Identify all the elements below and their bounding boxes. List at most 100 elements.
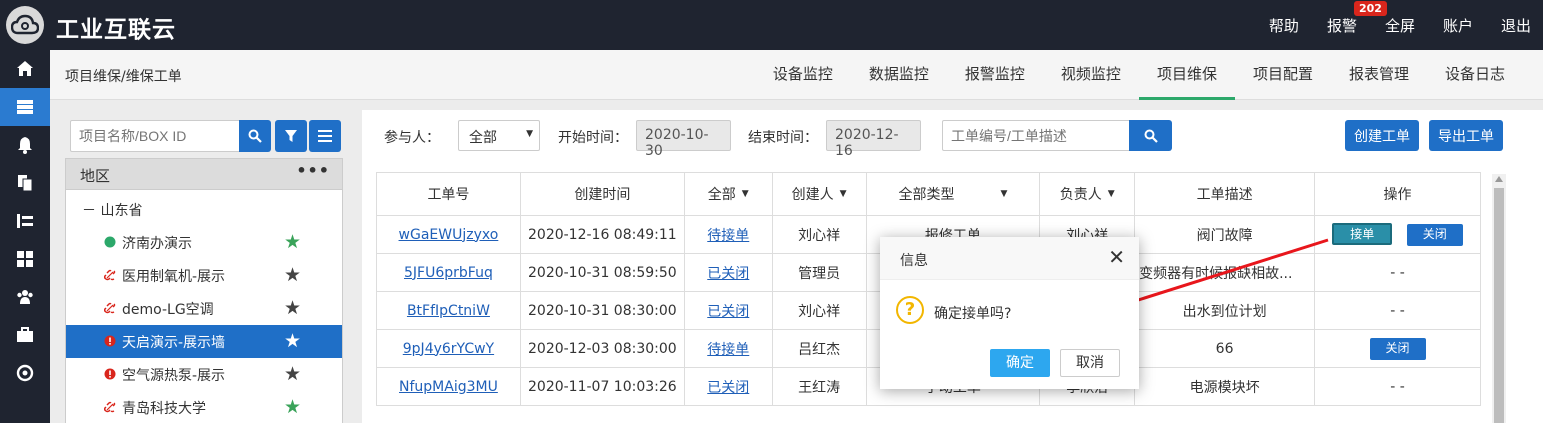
alarm-status-icon: [104, 368, 116, 380]
scrollbar-thumb[interactable]: [1494, 188, 1504, 423]
tab-project-maintenance[interactable]: 项目维保: [1138, 50, 1235, 100]
accept-order-button[interactable]: 接单: [1332, 223, 1393, 245]
fullscreen-link[interactable]: 全屏: [1385, 15, 1415, 36]
top-bar: 工业互联云 帮助 报警 202 全屏 账户 退出: [0, 0, 1543, 50]
end-time-label: 结束时间：: [748, 130, 818, 146]
description-cell: 66: [1134, 329, 1316, 368]
creator-cell: 刘心祥: [771, 291, 867, 330]
close-order-button[interactable]: 关闭: [1406, 224, 1463, 246]
caret-down-icon: ▼: [839, 189, 847, 199]
disconnected-link-icon: [104, 401, 116, 413]
collapse-icon[interactable]: －: [82, 203, 96, 219]
favorite-star-icon[interactable]: ★: [284, 298, 301, 318]
tree-item-label: 空气源热泵-展示: [122, 368, 226, 384]
description-cell: 变频器有时候报缺相故...: [1134, 253, 1316, 292]
list-menu-button[interactable]: [309, 120, 341, 152]
actions-cell: - -: [1314, 291, 1481, 330]
favorite-star-icon[interactable]: ★: [284, 397, 301, 417]
left-icon-rail: [0, 50, 50, 423]
home-icon[interactable]: [0, 50, 50, 88]
tree-item-label: 天启演示-展示墙: [122, 335, 226, 351]
tree-node-province[interactable]: － 山东省: [82, 200, 142, 220]
col-header-creator-filter[interactable]: 创建人 ▼: [771, 172, 867, 216]
col-header-type-filter[interactable]: 全部类型 ▼: [865, 172, 1041, 216]
tab-device-log[interactable]: 设备日志: [1427, 50, 1523, 100]
more-icon[interactable]: •••: [296, 161, 330, 180]
close-order-button[interactable]: 关闭: [1369, 337, 1426, 360]
start-date-input[interactable]: 2020-10-30: [636, 120, 731, 159]
table-scrollbar[interactable]: [1492, 174, 1506, 423]
status-link[interactable]: 已关闭: [707, 304, 749, 320]
tab-project-config[interactable]: 项目配置: [1235, 50, 1331, 100]
col-header-description: 工单描述: [1134, 172, 1316, 216]
tab-device-monitor[interactable]: 设备监控: [755, 50, 851, 100]
actions-cell: 关闭: [1314, 329, 1481, 368]
dialog-title: 信息: [900, 253, 928, 269]
tree-item-label: 青岛科技大学: [122, 401, 206, 417]
created-cell: 2020-12-03 08:30:00: [519, 329, 685, 368]
confirm-button[interactable]: 确定: [990, 349, 1050, 377]
table-header-row: 工单号 创建时间 全部 ▼ 创建人 ▼ 全部类型 ▼ 负责人 ▼ 工单描述 操作: [376, 172, 1481, 216]
bell-icon[interactable]: [0, 126, 50, 164]
users-icon[interactable]: [0, 278, 50, 316]
actions-cell: - -: [1314, 367, 1481, 406]
work-order-id-link[interactable]: BtFfIpCtniW: [407, 303, 490, 319]
help-link[interactable]: 帮助: [1269, 15, 1299, 36]
server-icon[interactable]: [0, 88, 50, 126]
favorite-star-icon[interactable]: ★: [284, 232, 301, 252]
work-order-id-link[interactable]: 5JFU6prbFuq: [404, 265, 493, 281]
tree-item-project[interactable]: 医用制氧机-展示 ★: [66, 259, 342, 292]
status-link[interactable]: 待接单: [707, 342, 749, 358]
status-link[interactable]: 待接单: [707, 228, 749, 244]
favorite-star-icon[interactable]: ★: [284, 265, 301, 285]
tools-icon[interactable]: [0, 202, 50, 240]
project-search-input[interactable]: [70, 120, 240, 152]
col-header-owner-filter[interactable]: 负责人 ▼: [1039, 172, 1136, 216]
cancel-button[interactable]: 取消: [1060, 349, 1120, 377]
filter-button[interactable]: [275, 120, 307, 152]
alarm-link[interactable]: 报警 202: [1327, 0, 1387, 36]
favorite-star-icon[interactable]: ★: [284, 331, 301, 351]
work-order-id-link[interactable]: 9pJ4y6rYCwY: [403, 341, 494, 357]
create-work-order-button[interactable]: 创建工单: [1345, 120, 1419, 151]
tab-data-monitor[interactable]: 数据监控: [851, 50, 947, 100]
tab-report-management[interactable]: 报表管理: [1331, 50, 1427, 100]
scroll-up-icon[interactable]: [1495, 176, 1503, 182]
col-header-created: 创建时间: [519, 172, 685, 216]
search-icon: [1144, 129, 1158, 143]
col-header-status-filter[interactable]: 全部 ▼: [683, 172, 773, 216]
project-search-button[interactable]: [239, 120, 271, 152]
close-icon[interactable]: ✕: [1108, 247, 1125, 267]
work-order-id-link[interactable]: wGaEWUjzyxo: [399, 227, 499, 243]
region-label: 地区: [80, 167, 111, 185]
status-link[interactable]: 已关闭: [707, 380, 749, 396]
col-header-actions: 操作: [1314, 172, 1481, 216]
work-order-id-link[interactable]: NfupMAig3MU: [399, 379, 498, 395]
participant-select[interactable]: 全部 ▼: [458, 120, 540, 151]
account-link[interactable]: 账户: [1443, 15, 1473, 36]
shield-icon[interactable]: [0, 354, 50, 392]
export-work-order-button[interactable]: 导出工单: [1429, 120, 1503, 151]
tree-item-label: 济南办演示: [122, 236, 192, 252]
end-date-input[interactable]: 2020-12-16: [826, 120, 921, 159]
col-header-id: 工单号: [376, 172, 521, 216]
tab-alarm-monitor[interactable]: 报警监控: [947, 50, 1043, 100]
tree-item-label: 医用制氧机-展示: [122, 269, 226, 285]
menu-icon: [318, 130, 332, 142]
copy-icon[interactable]: [0, 164, 50, 202]
grid-icon[interactable]: [0, 240, 50, 278]
status-link[interactable]: 已关闭: [707, 266, 749, 282]
tree-item-project-selected[interactable]: 天启演示-展示墙 ★: [66, 325, 342, 358]
tree-item-project[interactable]: 青岛科技大学 ★: [66, 391, 342, 423]
tree-item-project[interactable]: 济南办演示 ★: [66, 226, 342, 259]
briefcase-icon[interactable]: [0, 316, 50, 354]
tree-item-project[interactable]: demo-LG空调 ★: [66, 292, 342, 325]
work-order-search-button[interactable]: [1129, 120, 1172, 151]
favorite-star-icon[interactable]: ★: [284, 364, 301, 384]
alarm-status-icon: [104, 335, 116, 347]
logout-link[interactable]: 退出: [1501, 15, 1531, 36]
work-order-search-input[interactable]: [942, 120, 1130, 151]
tree-item-project[interactable]: 空气源热泵-展示 ★: [66, 358, 342, 391]
participant-label: 参与人：: [384, 130, 440, 146]
tab-video-monitor[interactable]: 视频监控: [1043, 50, 1139, 100]
